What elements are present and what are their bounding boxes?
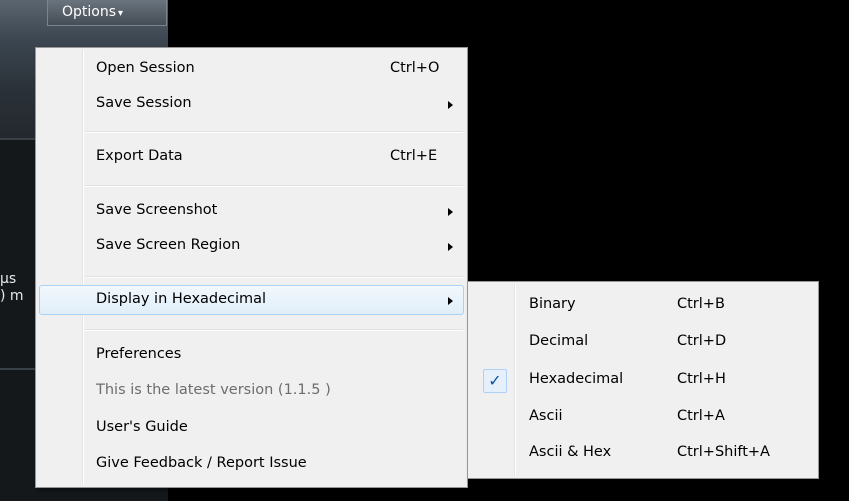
menu-item-label: Decimal (529, 333, 589, 349)
menu-item-label: Save Screenshot (96, 202, 218, 218)
submenu-arrow-icon (448, 243, 453, 251)
menu-item-label: Export Data (96, 148, 183, 164)
menu-item-label: Save Screen Region (96, 237, 241, 253)
menu-item-label: Binary (529, 296, 576, 312)
menu-item-label: Display in Hexadecimal (96, 291, 267, 307)
menu-item-label: Hexadecimal (529, 371, 624, 387)
menu-item-save-screen-region[interactable]: Save Screen Region (39, 232, 464, 262)
menu-separator (85, 276, 463, 278)
menu-item-label: Ascii & Hex (529, 444, 612, 460)
submenu-arrow-icon (448, 101, 453, 109)
options-menu: Open Session Ctrl+O Save Session Export … (35, 47, 468, 488)
menu-item-save-session[interactable]: Save Session (39, 90, 464, 120)
menu-item-save-screenshot[interactable]: Save Screenshot (39, 197, 464, 227)
menu-item-display-in-hexadecimal[interactable]: Display in Hexadecimal (39, 285, 464, 315)
display-format-submenu: Binary Ctrl+B Decimal Ctrl+D ✓ Hexadecim… (467, 281, 819, 479)
menu-separator (85, 131, 463, 133)
menu-item-export-data[interactable]: Export Data Ctrl+E (39, 143, 464, 173)
menu-separator (85, 329, 463, 331)
menu-item-label: This is the latest version (1.1.5 ) (96, 382, 331, 398)
menu-item-shortcut: Ctrl+E (390, 148, 438, 164)
menu-item-label: User's Guide (96, 419, 188, 435)
menu-item-label: Open Session (96, 60, 195, 76)
menu-item-label: Preferences (96, 346, 182, 362)
menu-item-label: Save Session (96, 95, 192, 111)
menu-item-open-session[interactable]: Open Session Ctrl+O (39, 55, 464, 85)
submenu-arrow-icon (448, 297, 453, 305)
dropdown-arrow-icon: ▾ (118, 8, 124, 19)
menu-item-give-feedback[interactable]: Give Feedback / Report Issue (39, 450, 464, 480)
options-button-label: Options (62, 4, 117, 20)
submenu-item-ascii[interactable]: Ascii Ctrl+A (471, 403, 815, 433)
submenu-item-decimal[interactable]: Decimal Ctrl+D (471, 328, 815, 358)
time-value-text: ) m (0, 288, 24, 304)
submenu-item-ascii-and-hex[interactable]: Ascii & Hex Ctrl+Shift+A (471, 439, 815, 469)
options-menu-button[interactable]: Options ▾ (47, 0, 167, 26)
menu-separator (85, 185, 463, 187)
submenu-arrow-icon (448, 208, 453, 216)
submenu-item-binary[interactable]: Binary Ctrl+B (471, 291, 815, 321)
menu-item-version-info: This is the latest version (1.1.5 ) (39, 377, 464, 407)
time-unit-text: μs (0, 271, 17, 287)
menu-item-label: Ascii (529, 408, 563, 424)
submenu-item-hexadecimal[interactable]: ✓ Hexadecimal Ctrl+H (471, 366, 815, 396)
checkmark-icon: ✓ (483, 369, 507, 393)
menu-item-shortcut: Ctrl+O (390, 60, 440, 76)
menu-item-users-guide[interactable]: User's Guide (39, 414, 464, 444)
menu-item-shortcut: Ctrl+B (677, 296, 725, 312)
menu-item-shortcut: Ctrl+Shift+A (677, 444, 770, 460)
menu-item-preferences[interactable]: Preferences (39, 341, 464, 371)
menu-item-label: Give Feedback / Report Issue (96, 455, 307, 471)
menu-item-shortcut: Ctrl+H (677, 371, 726, 387)
menu-item-shortcut: Ctrl+D (677, 333, 727, 349)
menu-item-shortcut: Ctrl+A (677, 408, 725, 424)
